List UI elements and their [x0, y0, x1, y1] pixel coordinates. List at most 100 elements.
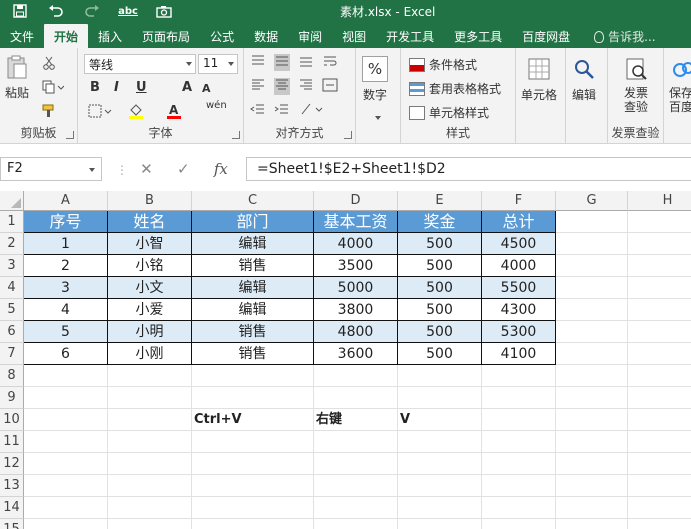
- cell-b4[interactable]: 小文: [108, 277, 192, 299]
- cell-e9[interactable]: [398, 387, 482, 409]
- tab-1[interactable]: 开始: [44, 24, 89, 48]
- editing-button[interactable]: 编辑: [571, 56, 597, 103]
- cell-e4[interactable]: 500: [398, 277, 482, 299]
- cell-f5[interactable]: 4300: [482, 299, 556, 321]
- cell-d9[interactable]: [314, 387, 398, 409]
- cell-g10[interactable]: [556, 409, 628, 431]
- cell-g1[interactable]: [556, 211, 628, 233]
- cell-c8[interactable]: [192, 365, 314, 387]
- cell-h13[interactable]: [628, 475, 691, 497]
- cell-b8[interactable]: [108, 365, 192, 387]
- cell-a8[interactable]: [24, 365, 108, 387]
- cell-h5[interactable]: [628, 299, 691, 321]
- number-format-button[interactable]: % 数字: [362, 56, 388, 103]
- cell-d3[interactable]: 3500: [314, 255, 398, 277]
- cell-e11[interactable]: [398, 431, 482, 453]
- cell-f8[interactable]: [482, 365, 556, 387]
- cell-c5[interactable]: 编辑: [192, 299, 314, 321]
- cell-g2[interactable]: [556, 233, 628, 255]
- border-icon[interactable]: [88, 104, 112, 121]
- cell-a3[interactable]: 2: [24, 255, 108, 277]
- cell-b14[interactable]: [108, 497, 192, 519]
- italic-button[interactable]: I: [114, 80, 119, 95]
- cell-a12[interactable]: [24, 453, 108, 475]
- cell-e10[interactable]: V: [398, 409, 482, 431]
- cell-d15[interactable]: [314, 519, 398, 529]
- cell-f6[interactable]: 5300: [482, 321, 556, 343]
- cell-f15[interactable]: [482, 519, 556, 529]
- column-header-f[interactable]: F: [482, 191, 556, 211]
- cell-c10[interactable]: Ctrl+V: [192, 409, 314, 431]
- cell-b13[interactable]: [108, 475, 192, 497]
- font-launcher-icon[interactable]: [232, 131, 240, 139]
- row-header-9[interactable]: 9: [0, 387, 24, 409]
- cell-b9[interactable]: [108, 387, 192, 409]
- tab-7[interactable]: 视图: [332, 24, 376, 48]
- cell-h11[interactable]: [628, 431, 691, 453]
- cell-c15[interactable]: [192, 519, 314, 529]
- cell-h2[interactable]: [628, 233, 691, 255]
- cell-f10[interactable]: [482, 409, 556, 431]
- align-left-icon[interactable]: [250, 78, 266, 95]
- format-painter-icon[interactable]: [42, 104, 56, 121]
- cell-e15[interactable]: [398, 519, 482, 529]
- tab-8[interactable]: 开发工具: [376, 24, 444, 48]
- cell-h9[interactable]: [628, 387, 691, 409]
- cell-h6[interactable]: [628, 321, 691, 343]
- cell-b3[interactable]: 小铭: [108, 255, 192, 277]
- undo-icon[interactable]: [44, 2, 68, 20]
- insert-function-icon[interactable]: fx: [214, 160, 228, 178]
- row-header-7[interactable]: 7: [0, 343, 24, 365]
- tab-6[interactable]: 审阅: [288, 24, 332, 48]
- cell-e3[interactable]: 500: [398, 255, 482, 277]
- cell-a1[interactable]: 序号: [24, 211, 108, 233]
- cell-h1[interactable]: [628, 211, 691, 233]
- cell-c11[interactable]: [192, 431, 314, 453]
- cell-e8[interactable]: [398, 365, 482, 387]
- align-right-icon[interactable]: [298, 78, 314, 95]
- cell-f9[interactable]: [482, 387, 556, 409]
- cell-b7[interactable]: 小刚: [108, 343, 192, 365]
- cell-h10[interactable]: [628, 409, 691, 431]
- row-header-14[interactable]: 14: [0, 497, 24, 519]
- tab-0[interactable]: 文件: [0, 24, 44, 48]
- row-header-15[interactable]: 15: [0, 519, 24, 529]
- cell-f13[interactable]: [482, 475, 556, 497]
- row-header-4[interactable]: 4: [0, 277, 24, 299]
- invoice-check-button[interactable]: 发票查验: [618, 56, 654, 114]
- cell-d14[interactable]: [314, 497, 398, 519]
- cell-a9[interactable]: [24, 387, 108, 409]
- cell-a13[interactable]: [24, 475, 108, 497]
- cell-g12[interactable]: [556, 453, 628, 475]
- align-middle-icon[interactable]: [274, 54, 290, 71]
- cell-f14[interactable]: [482, 497, 556, 519]
- cell-h12[interactable]: [628, 453, 691, 475]
- cell-d5[interactable]: 3800: [314, 299, 398, 321]
- cell-f7[interactable]: 4100: [482, 343, 556, 365]
- row-header-12[interactable]: 12: [0, 453, 24, 475]
- cell-c4[interactable]: 编辑: [192, 277, 314, 299]
- cell-a4[interactable]: 3: [24, 277, 108, 299]
- cell-g13[interactable]: [556, 475, 628, 497]
- cell-f1[interactable]: 总计: [482, 211, 556, 233]
- font-name-select[interactable]: 等线: [84, 54, 196, 74]
- cell-g7[interactable]: [556, 343, 628, 365]
- cell-e2[interactable]: 500: [398, 233, 482, 255]
- spelling-icon[interactable]: abc: [116, 2, 140, 20]
- tab-5[interactable]: 数据: [244, 24, 288, 48]
- cell-d7[interactable]: 3600: [314, 343, 398, 365]
- phonetic-button[interactable]: wén: [206, 100, 227, 111]
- redo-icon[interactable]: [80, 2, 104, 20]
- row-header-11[interactable]: 11: [0, 431, 24, 453]
- row-header-6[interactable]: 6: [0, 321, 24, 343]
- increase-indent-icon[interactable]: [274, 102, 290, 119]
- fill-color-icon[interactable]: [128, 102, 152, 123]
- cell-h3[interactable]: [628, 255, 691, 277]
- row-header-8[interactable]: 8: [0, 365, 24, 387]
- cancel-icon[interactable]: ✕: [140, 160, 153, 178]
- row-header-1[interactable]: 1: [0, 211, 24, 233]
- cell-c14[interactable]: [192, 497, 314, 519]
- cell-g9[interactable]: [556, 387, 628, 409]
- cell-d4[interactable]: 5000: [314, 277, 398, 299]
- align-center-icon[interactable]: [274, 78, 290, 95]
